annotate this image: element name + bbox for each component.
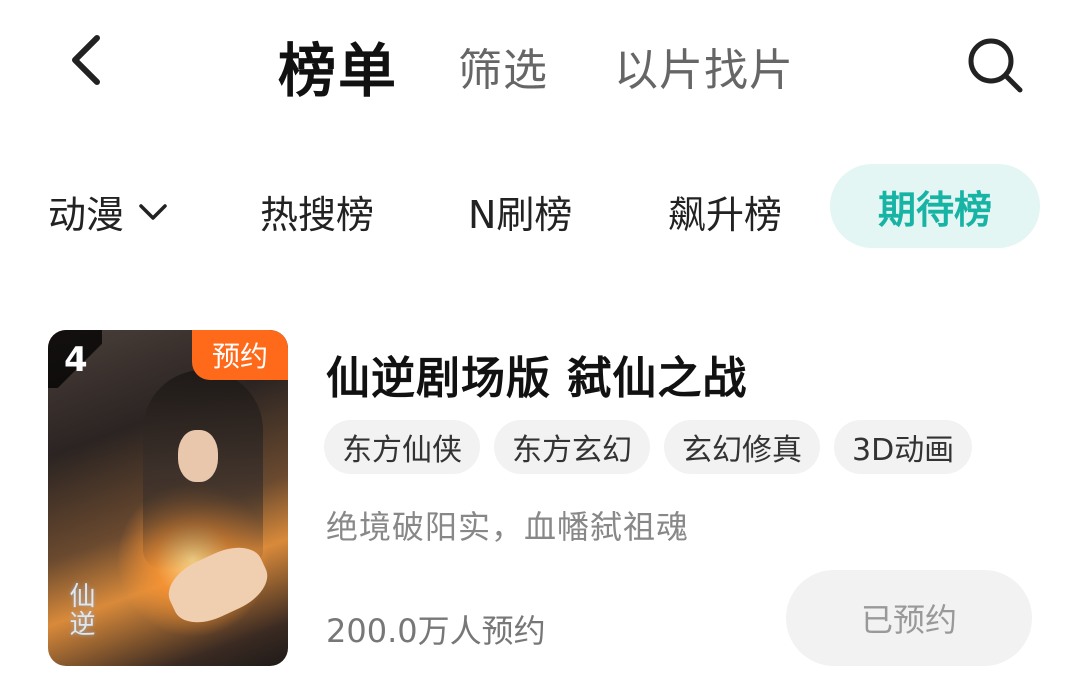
rank-badge: 4 xyxy=(48,330,102,388)
tab-anticipated[interactable]: 期待榜 xyxy=(830,164,1040,248)
rank-number: 4 xyxy=(64,340,88,380)
reservation-count: 200.0万人预约 xyxy=(326,612,546,650)
reservation-badge: 预约 xyxy=(192,330,288,380)
category-dropdown[interactable]: 动漫 xyxy=(48,184,168,239)
tag[interactable]: 东方仙侠 xyxy=(324,420,480,474)
tag[interactable]: 东方玄幻 xyxy=(494,420,650,474)
list-item[interactable]: 仙逆 4 预约 仙逆剧场版 弑仙之战 东方仙侠 东方玄幻 玄幻修真 3D动画 绝… xyxy=(48,330,1048,670)
item-description: 绝境破阳实，血幡弑祖魂 xyxy=(326,508,690,546)
reserved-button[interactable]: 已预约 xyxy=(786,570,1032,666)
poster-image[interactable]: 仙逆 4 预约 xyxy=(48,330,288,666)
tag-list: 东方仙侠 东方玄幻 玄幻修真 3D动画 xyxy=(324,420,973,474)
tag[interactable]: 玄幻修真 xyxy=(664,420,820,474)
tab-ranking[interactable]: 榜单 xyxy=(278,24,398,108)
page: 榜单 筛选 以片找片 动漫 热搜榜 N刷榜 飙升榜 期待榜 仙逆 4 预约 仙逆… xyxy=(0,0,1080,693)
chevron-left-icon xyxy=(72,35,100,85)
top-nav-bar: 榜单 筛选 以片找片 xyxy=(0,0,1080,125)
search-button[interactable] xyxy=(964,34,1026,96)
search-icon xyxy=(968,38,1023,93)
category-dropdown-label: 动漫 xyxy=(48,193,125,237)
ranking-category-bar: 动漫 热搜榜 N刷榜 飙升榜 期待榜 xyxy=(0,164,1080,254)
item-title[interactable]: 仙逆剧场版 弑仙之战 xyxy=(326,342,747,406)
tag[interactable]: 3D动画 xyxy=(834,420,973,474)
tab-anticipated-label: 期待榜 xyxy=(877,187,992,232)
poster-calligraphy: 仙逆 xyxy=(65,582,95,638)
tab-n-rewatch[interactable]: N刷榜 xyxy=(468,184,572,239)
back-button[interactable] xyxy=(60,30,110,90)
tab-filter[interactable]: 筛选 xyxy=(458,34,548,98)
chevron-down-icon xyxy=(139,203,167,220)
tab-hot-search[interactable]: 热搜榜 xyxy=(260,184,374,239)
tab-find-by-clip[interactable]: 以片找片 xyxy=(614,34,794,98)
poster-face xyxy=(178,430,218,482)
tab-rising[interactable]: 飙升榜 xyxy=(668,184,782,239)
